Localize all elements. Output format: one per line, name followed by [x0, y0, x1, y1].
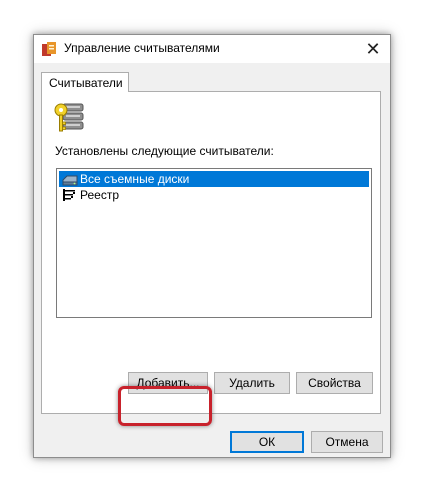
list-item-label: Все съемные диски: [80, 172, 190, 186]
tab-readers-label: Считыватели: [49, 76, 123, 90]
cancel-button[interactable]: Отмена: [311, 431, 383, 453]
removable-disk-icon: [62, 172, 78, 186]
list-item-label: Реестр: [80, 188, 119, 202]
reader-management-dialog: Управление считывателями ✕ Считыватели У…: [33, 34, 391, 458]
remove-button[interactable]: Удалить: [214, 372, 290, 394]
properties-button[interactable]: Свойства: [296, 372, 373, 394]
close-icon: ✕: [365, 38, 381, 59]
add-button-label: Добавить...: [136, 376, 200, 390]
list-item-registry[interactable]: Реестр: [59, 187, 369, 203]
tab-readers[interactable]: Считыватели: [41, 72, 129, 92]
ok-button[interactable]: ОК: [230, 431, 304, 453]
ok-button-label: ОК: [258, 435, 276, 449]
title-bar: Управление считывателями ✕: [34, 35, 390, 63]
remove-button-label: Удалить: [229, 376, 275, 390]
window-title: Управление считывателями: [64, 41, 220, 55]
readers-tab-panel: Установлены следующие считыватели: Все с…: [41, 91, 381, 426]
key-server-icon: [54, 102, 88, 134]
cancel-button-label: Отмена: [325, 435, 369, 449]
installed-readers-label: Установлены следующие считыватели:: [55, 144, 274, 158]
app-icon: [41, 41, 57, 57]
add-button[interactable]: Добавить...: [128, 372, 208, 394]
list-item-removable-disks[interactable]: Все съемные диски: [59, 171, 369, 187]
properties-button-label: Свойства: [308, 376, 361, 390]
registry-icon: [62, 188, 78, 202]
close-button[interactable]: ✕: [356, 35, 390, 63]
readers-list[interactable]: Все съемные диски Реестр: [56, 168, 372, 318]
